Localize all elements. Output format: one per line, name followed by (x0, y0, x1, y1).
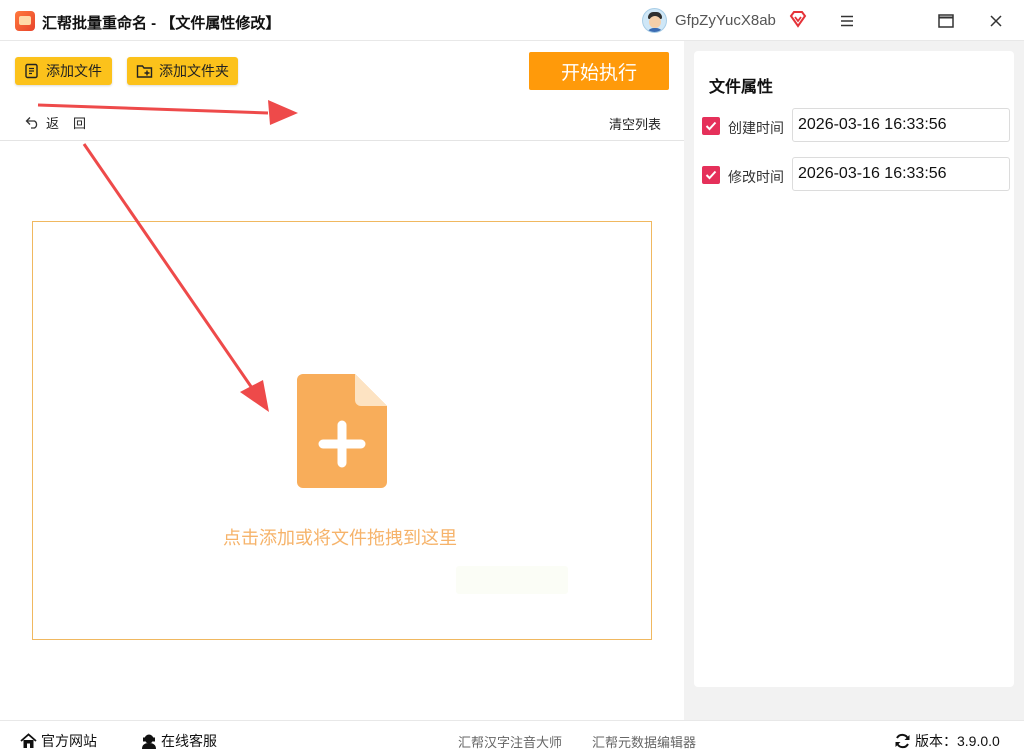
add-file-icon (25, 63, 38, 79)
divider (0, 140, 684, 141)
website-label: 官方网站 (41, 733, 97, 749)
annotation-arrowhead (268, 100, 298, 125)
website-link[interactable]: 官方网站 (20, 731, 97, 751)
support-icon (142, 734, 156, 749)
ghost-button (456, 566, 568, 594)
created-time-input[interactable] (792, 108, 1010, 142)
file-plus-icon[interactable] (297, 374, 387, 488)
username[interactable]: GfpZyYucX8ab (675, 12, 776, 29)
drop-hint: 点击添加或将文件拖拽到这里 (223, 528, 457, 548)
promo-link-2[interactable]: 汇帮元数据编辑器 (592, 732, 696, 751)
window-title: 汇帮批量重命名 - 【文件属性修改】 (42, 15, 281, 32)
add-file-button[interactable]: 添加文件 (15, 57, 112, 85)
add-folder-icon (136, 65, 153, 78)
modified-time-checkbox[interactable] (702, 166, 720, 184)
modified-time-input[interactable] (792, 157, 1010, 191)
file-attributes-panel (694, 51, 1014, 687)
support-label: 在线客服 (161, 733, 217, 749)
status-bar: 官方网站 在线客服 汇帮汉字注音大师 汇帮元数据编辑器 版本：3.9.0.0 (0, 720, 1024, 755)
vip-icon[interactable] (789, 10, 807, 28)
menu-icon[interactable] (832, 7, 862, 35)
app-icon (15, 11, 35, 31)
annotation-arrow (37, 103, 269, 115)
refresh-icon (895, 733, 910, 749)
close-icon[interactable] (981, 7, 1011, 35)
promo-link-1[interactable]: 汇帮汉字注音大师 (458, 732, 562, 751)
add-folder-label: 添加文件夹 (159, 63, 229, 79)
attr-row-modified: 修改时间 (702, 157, 1012, 191)
back-label: 返回 (46, 116, 101, 131)
back-button[interactable]: 返回 (25, 113, 100, 132)
maximize-icon[interactable] (931, 7, 961, 35)
back-icon (25, 117, 38, 129)
attr-row-created: 创建时间 (702, 108, 1012, 142)
created-time-label: 创建时间 (728, 120, 784, 136)
created-time-checkbox[interactable] (702, 117, 720, 135)
start-button[interactable]: 开始执行 (529, 52, 669, 90)
support-link[interactable]: 在线客服 (141, 731, 217, 751)
add-file-label: 添加文件 (46, 63, 102, 79)
version-label: 版本：3.9.0.0 (915, 733, 1000, 749)
avatar[interactable] (642, 8, 667, 33)
panel-title: 文件属性 (709, 79, 774, 96)
title-bar: 汇帮批量重命名 - 【文件属性修改】 GfpZyYucX8ab (0, 0, 1024, 41)
version-info[interactable]: 版本：3.9.0.0 (894, 731, 1000, 751)
add-folder-button[interactable]: 添加文件夹 (127, 57, 238, 85)
clear-list-button[interactable]: 清空列表 (609, 114, 661, 133)
modified-time-label: 修改时间 (728, 169, 784, 185)
home-icon (20, 733, 37, 748)
